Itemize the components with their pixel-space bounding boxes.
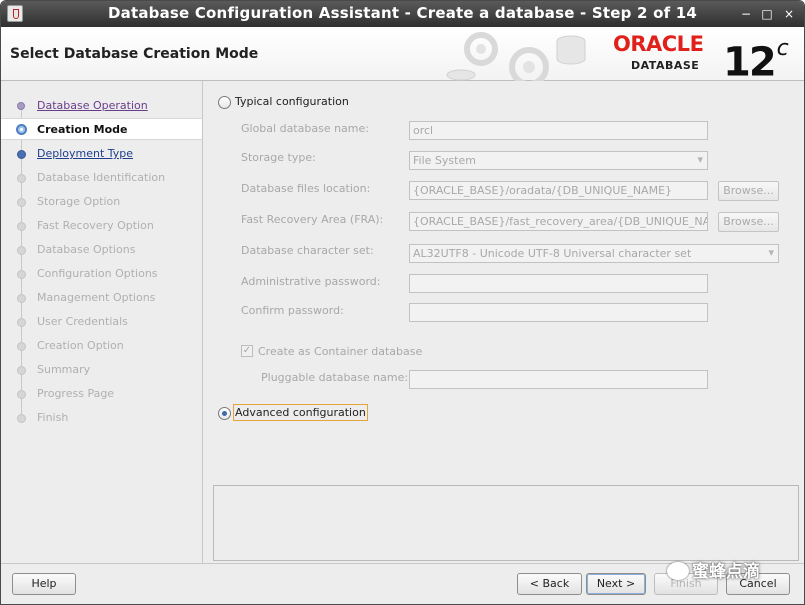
typical-config-radio[interactable] <box>218 96 231 109</box>
nav-step-storage-option: Storage Option <box>1 191 202 213</box>
nav-step-label: Configuration Options <box>37 267 158 280</box>
close-icon[interactable]: × <box>780 5 798 23</box>
wechat-watermark-icon <box>667 562 689 580</box>
nav-step-label: Creation Mode <box>37 123 128 136</box>
step-navigation: Database Operation Creation Mode Deploym… <box>1 81 203 563</box>
description-panel <box>213 485 799 561</box>
minimize-icon[interactable]: − <box>737 5 755 23</box>
step-pending-icon <box>17 318 26 327</box>
help-button[interactable]: Help <box>12 573 76 595</box>
advanced-config-label[interactable]: Advanced configuration <box>233 404 368 421</box>
step-pending-icon <box>17 342 26 351</box>
oracle-brand: ORACLE <box>613 32 704 56</box>
nav-step-label: Creation Option <box>37 339 124 352</box>
charset-select: AL32UTF8 - Unicode UTF-8 Universal chara… <box>409 244 779 263</box>
title-bar: Database Configuration Assistant - Creat… <box>1 1 804 27</box>
main-content: Typical configuration Global database na… <box>204 81 804 563</box>
oracle-logo: ORACLE DATABASE <box>613 33 723 77</box>
confirm-password-field <box>409 303 708 322</box>
nav-step-configuration-options: Configuration Options <box>1 263 202 285</box>
version-suffix: c <box>776 36 789 61</box>
nav-step-database-operation[interactable]: Database Operation <box>1 95 202 117</box>
back-button[interactable]: < Back <box>517 573 582 595</box>
step-pending-icon <box>17 174 26 183</box>
step-pending-icon <box>17 294 26 303</box>
db-files-location-field: {ORACLE_BASE}/oradata/{DB_UNIQUE_NAME} <box>409 181 708 200</box>
admin-password-field <box>409 274 708 293</box>
nav-step-label: Summary <box>37 363 91 376</box>
nav-step-label: Fast Recovery Option <box>37 219 154 232</box>
step-pending-icon <box>17 270 26 279</box>
page-title: Select Database Creation Mode <box>10 46 259 62</box>
step-done-icon <box>17 102 25 110</box>
header-banner: Select Database Creation Mode ORACLE DAT… <box>1 27 804 86</box>
step-link-icon <box>17 150 26 159</box>
nav-step-creation-mode[interactable]: Creation Mode <box>1 118 202 140</box>
typical-config-label[interactable]: Typical configuration <box>235 95 349 108</box>
nav-step-label: Progress Page <box>37 387 115 400</box>
version-badge: 12c <box>723 33 789 86</box>
step-pending-icon <box>17 390 26 399</box>
nav-step-label: Database Options <box>37 243 136 256</box>
nav-step-finish: Finish <box>1 407 202 429</box>
version-number: 12 <box>723 39 777 86</box>
admin-password-label: Administrative password: <box>241 275 381 288</box>
nav-step-deployment-type[interactable]: Deployment Type <box>1 143 202 165</box>
nav-step-user-credentials: User Credentials <box>1 311 202 333</box>
watermark-text: 蜜蜂点滴 <box>692 562 760 582</box>
nav-step-label: Finish <box>37 411 69 424</box>
nav-step-database-options: Database Options <box>1 239 202 261</box>
step-pending-icon <box>17 198 26 207</box>
nav-step-management-options: Management Options <box>1 287 202 309</box>
nav-step-progress-page: Progress Page <box>1 383 202 405</box>
db-files-browse-button: Browse... <box>718 181 779 201</box>
nav-step-label: Storage Option <box>37 195 121 208</box>
fra-field: {ORACLE_BASE}/fast_recovery_area/{DB_UNI… <box>409 212 708 231</box>
global-db-name-field: orcl <box>409 121 708 140</box>
next-button[interactable]: Next > <box>586 573 646 595</box>
container-db-label: Create as Container database <box>258 345 423 358</box>
step-current-icon <box>16 124 27 135</box>
nav-step-label: User Credentials <box>37 315 128 328</box>
oracle-brand-sub: DATABASE <box>631 59 700 72</box>
step-pending-icon <box>17 414 26 423</box>
nav-step-summary: Summary <box>1 359 202 381</box>
dbca-window: Database Configuration Assistant - Creat… <box>0 0 805 605</box>
advanced-config-radio[interactable] <box>218 407 231 420</box>
nav-step-label: Database Operation <box>37 99 148 112</box>
pluggable-db-label: Pluggable database name: <box>261 371 409 384</box>
maximize-icon[interactable]: □ <box>758 5 776 23</box>
nav-step-label: Database Identification <box>37 171 166 184</box>
storage-type-label: Storage type: <box>241 151 316 164</box>
step-pending-icon <box>17 222 26 231</box>
step-pending-icon <box>17 246 26 255</box>
watermark: 蜜蜂点滴 <box>667 557 760 582</box>
nav-step-fast-recovery-option: Fast Recovery Option <box>1 215 202 237</box>
global-db-name-label: Global database name: <box>241 122 369 135</box>
pluggable-db-field <box>409 370 708 389</box>
gears-decoration-icon <box>446 32 586 81</box>
nav-step-database-identification: Database Identification <box>1 167 202 189</box>
fra-label: Fast Recovery Area (FRA): <box>241 213 384 226</box>
nav-step-creation-option: Creation Option <box>1 335 202 357</box>
window-title: Database Configuration Assistant - Creat… <box>108 4 697 22</box>
storage-type-select: File System <box>409 151 708 170</box>
confirm-password-label: Confirm password: <box>241 304 344 317</box>
nav-step-label: Deployment Type <box>37 147 134 160</box>
db-files-location-label: Database files location: <box>241 182 371 195</box>
fra-browse-button: Browse... <box>718 212 779 232</box>
nav-step-label: Management Options <box>37 291 156 304</box>
step-pending-icon <box>17 366 26 375</box>
container-db-checkbox: ✓ <box>241 345 253 357</box>
charset-label: Database character set: <box>241 244 374 257</box>
